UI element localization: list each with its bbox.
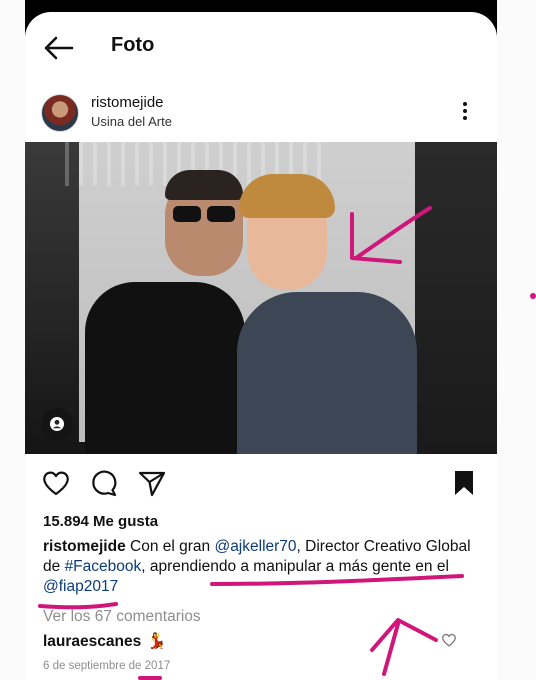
mention-link[interactable]: @fiap2017 <box>43 578 118 595</box>
comment-icon <box>92 470 117 497</box>
top-bar: Foto <box>25 12 497 82</box>
hashtag-link[interactable]: #Facebook <box>65 558 142 575</box>
post-location[interactable]: Usina del Arte <box>91 114 172 129</box>
comment-username[interactable]: lauraescanes <box>43 633 141 650</box>
user-tag-icon[interactable] <box>41 408 73 440</box>
heart-icon <box>442 633 456 647</box>
more-options-button[interactable] <box>457 100 473 124</box>
left-margin <box>0 0 25 680</box>
post-date: 6 de septiembre de 2017 <box>43 660 171 672</box>
view-comments-link[interactable]: Ver los 67 comentarios <box>43 608 201 626</box>
comment-button[interactable] <box>89 468 119 498</box>
comment-item: lauraescanes 💃 <box>43 632 167 651</box>
caption-text: , aprendiendo a manipular a más gente en… <box>141 558 449 575</box>
share-button[interactable] <box>137 468 167 498</box>
bookmark-icon <box>455 471 473 495</box>
back-button[interactable] <box>41 34 75 62</box>
back-arrow-icon <box>44 36 74 60</box>
more-options-icon <box>457 102 473 120</box>
post-photo[interactable] <box>25 142 497 454</box>
post-header: ristomejide Usina del Arte <box>25 90 497 138</box>
share-icon <box>138 471 166 497</box>
post-caption: ristomejide Con el gran @ajkeller70, Dir… <box>43 537 473 597</box>
heart-icon <box>43 471 69 496</box>
caption-text: Con el gran <box>125 538 215 555</box>
right-margin <box>497 0 536 680</box>
mention-link[interactable]: @ajkeller70 <box>214 538 296 555</box>
phone-screen: Foto ristomejide Usina del Arte 15.894 M… <box>25 12 497 680</box>
like-button[interactable] <box>41 468 71 498</box>
caption-username[interactable]: ristomejide <box>43 538 126 555</box>
save-button[interactable] <box>449 468 479 498</box>
comment-like-button[interactable] <box>441 632 457 648</box>
page-title: Foto <box>111 34 155 56</box>
post-actions <box>25 468 497 504</box>
avatar[interactable] <box>41 94 79 132</box>
likes-count[interactable]: 15.894 Me gusta <box>43 513 158 530</box>
post-username[interactable]: ristomejide <box>91 94 164 111</box>
comment-text: 💃 <box>147 633 167 650</box>
